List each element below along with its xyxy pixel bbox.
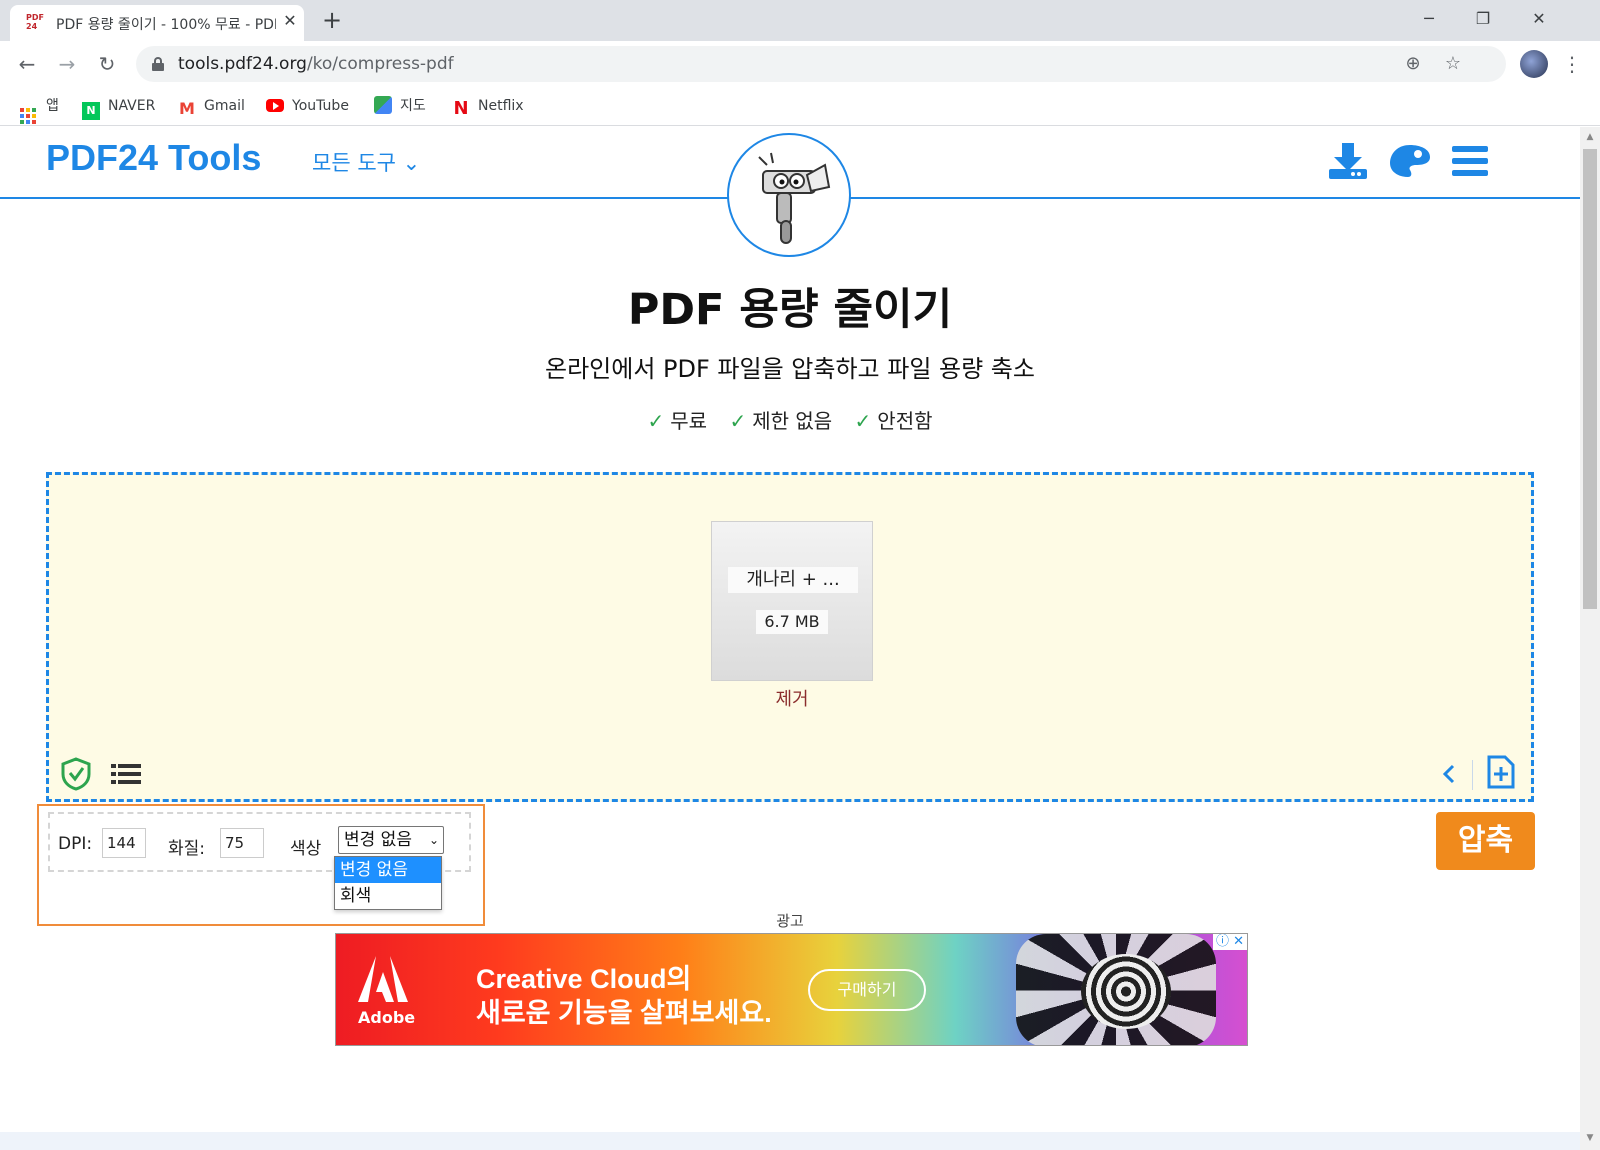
bookmark-gmail[interactable]: M Gmail: [178, 96, 245, 118]
color-select[interactable]: 변경 없음 ⌄: [338, 826, 444, 854]
ad-buy-button[interactable]: 구매하기: [808, 969, 926, 1011]
check-icon: ✓: [729, 409, 747, 433]
toolbar-divider: [1472, 760, 1473, 790]
ad-close-icon[interactable]: ⓘ ✕: [1213, 934, 1247, 950]
window-restore-button[interactable]: ❐: [1460, 4, 1506, 34]
bookmark-maps[interactable]: 지도: [374, 96, 426, 116]
color-option-no-change[interactable]: 변경 없음: [335, 857, 441, 883]
bookmark-netflix[interactable]: N Netflix: [452, 96, 523, 119]
install-app-icon[interactable]: ⊕: [1400, 51, 1426, 77]
ad-label: 광고: [776, 912, 804, 930]
window-close-button[interactable]: ✕: [1516, 4, 1562, 34]
page-scrollbar[interactable]: ▲ ▼: [1580, 127, 1600, 1150]
list-view-icon[interactable]: [109, 757, 143, 791]
forward-button[interactable]: →: [52, 49, 82, 79]
compress-button[interactable]: 압축: [1436, 812, 1535, 870]
ad-artwork-detail: [1081, 954, 1171, 1029]
naver-icon: N: [82, 102, 100, 120]
address-bar[interactable]: tools.pdf24.org/ko/compress-pdf ⊕ ☆: [136, 46, 1506, 82]
adobe-logo: Adobe: [358, 956, 415, 1027]
feature-free: ✓ 무료: [647, 409, 708, 433]
feature-list: ✓ 무료 ✓ 제한 없음 ✓ 안전함: [0, 405, 1580, 434]
lock-icon: [152, 57, 164, 71]
file-drop-zone[interactable]: 개나리 + ... 6.7 MB 제거: [46, 472, 1534, 802]
ad-headline: Creative Cloud의 새로운 기능을 살펴보세요.: [476, 964, 772, 1028]
netflix-icon: N: [453, 98, 469, 119]
new-tab-button[interactable]: +: [318, 6, 346, 34]
scroll-up-icon[interactable]: ▲: [1585, 132, 1595, 142]
check-icon: ✓: [647, 409, 665, 433]
bookmark-naver[interactable]: N NAVER: [82, 96, 155, 120]
browser-tabstrip: PDF 24 PDF 용량 줄이기 - 100% 무료 - PDF24 ✕ + ─…: [0, 0, 1600, 41]
page-content: PDF24 Tools 모든 도구 ⌄ PDF 용량 줄이기 온라인에서 PDF…: [0, 127, 1580, 1150]
bookmark-apps[interactable]: 앱: [20, 96, 59, 124]
url-text[interactable]: tools.pdf24.org/ko/compress-pdf: [178, 54, 454, 74]
scroll-thumb[interactable]: [1583, 149, 1597, 609]
tab-title: PDF 용량 줄이기 - 100% 무료 - PDF24: [56, 17, 276, 33]
remove-file-link[interactable]: 제거: [711, 685, 873, 711]
color-dropdown-list[interactable]: 변경 없음 회색: [334, 856, 442, 910]
site-logo[interactable]: PDF24 Tools: [46, 137, 261, 179]
shield-check-icon[interactable]: [59, 757, 93, 791]
ad-banner[interactable]: Adobe Creative Cloud의 새로운 기능을 살펴보세요. 구매하…: [335, 933, 1248, 1046]
gmail-icon: M: [179, 99, 195, 118]
tab-close-icon[interactable]: ✕: [280, 11, 300, 31]
hamburger-menu-icon[interactable]: [1448, 139, 1492, 183]
chevron-down-icon: ⌄: [428, 833, 439, 847]
window-minimize-button[interactable]: ─: [1406, 4, 1452, 34]
pdf24-favicon-icon: PDF 24: [26, 13, 44, 31]
dpi-input[interactable]: [102, 828, 146, 858]
apps-grid-icon: [20, 108, 36, 124]
all-tools-menu[interactable]: 모든 도구 ⌄: [312, 147, 420, 177]
bookmarks-bar: 앱 N NAVER M Gmail YouTube 지도 N Netflix: [0, 86, 1600, 126]
quality-label: 화질:: [168, 839, 206, 859]
color-label: 색상: [290, 839, 322, 859]
maps-icon: [374, 96, 392, 114]
back-button[interactable]: ←: [12, 49, 42, 79]
file-name: 개나리 + ...: [728, 567, 858, 593]
dpi-label: DPI:: [58, 834, 93, 854]
bookmark-star-icon[interactable]: ☆: [1440, 51, 1466, 77]
add-file-icon[interactable]: [1483, 755, 1517, 789]
footer-strip: [0, 1132, 1580, 1150]
youtube-icon: [266, 99, 284, 112]
download-icon[interactable]: [1326, 139, 1370, 183]
file-size: 6.7 MB: [756, 610, 828, 634]
quality-input[interactable]: [220, 828, 264, 858]
adobe-a-icon: [358, 956, 408, 1002]
feature-secure: ✓ 안전함: [854, 409, 933, 433]
color-option-gray[interactable]: 회색: [335, 883, 441, 909]
scroll-down-icon[interactable]: ▼: [1585, 1133, 1595, 1143]
page-subtitle: 온라인에서 PDF 파일을 압축하고 파일 용량 축소: [545, 355, 1035, 383]
browser-toolbar: ← → ↻ tools.pdf24.org/ko/compress-pdf ⊕ …: [0, 41, 1600, 86]
palette-icon[interactable]: [1388, 139, 1432, 183]
profile-avatar[interactable]: [1520, 50, 1548, 78]
feature-unlimited: ✓ 제한 없음: [729, 409, 833, 433]
page-title: PDF 용량 줄이기: [627, 285, 953, 335]
reload-button[interactable]: ↻: [92, 49, 122, 79]
pdf24-mascot-icon: [727, 133, 851, 257]
file-card[interactable]: 개나리 + ... 6.7 MB: [711, 521, 873, 681]
chevron-left-icon[interactable]: [1433, 757, 1467, 791]
browser-tab[interactable]: PDF 24 PDF 용량 줄이기 - 100% 무료 - PDF24 ✕: [10, 5, 304, 41]
browser-menu-icon[interactable]: ⋮: [1562, 49, 1582, 79]
bookmark-youtube[interactable]: YouTube: [266, 96, 349, 116]
check-icon: ✓: [854, 409, 872, 433]
